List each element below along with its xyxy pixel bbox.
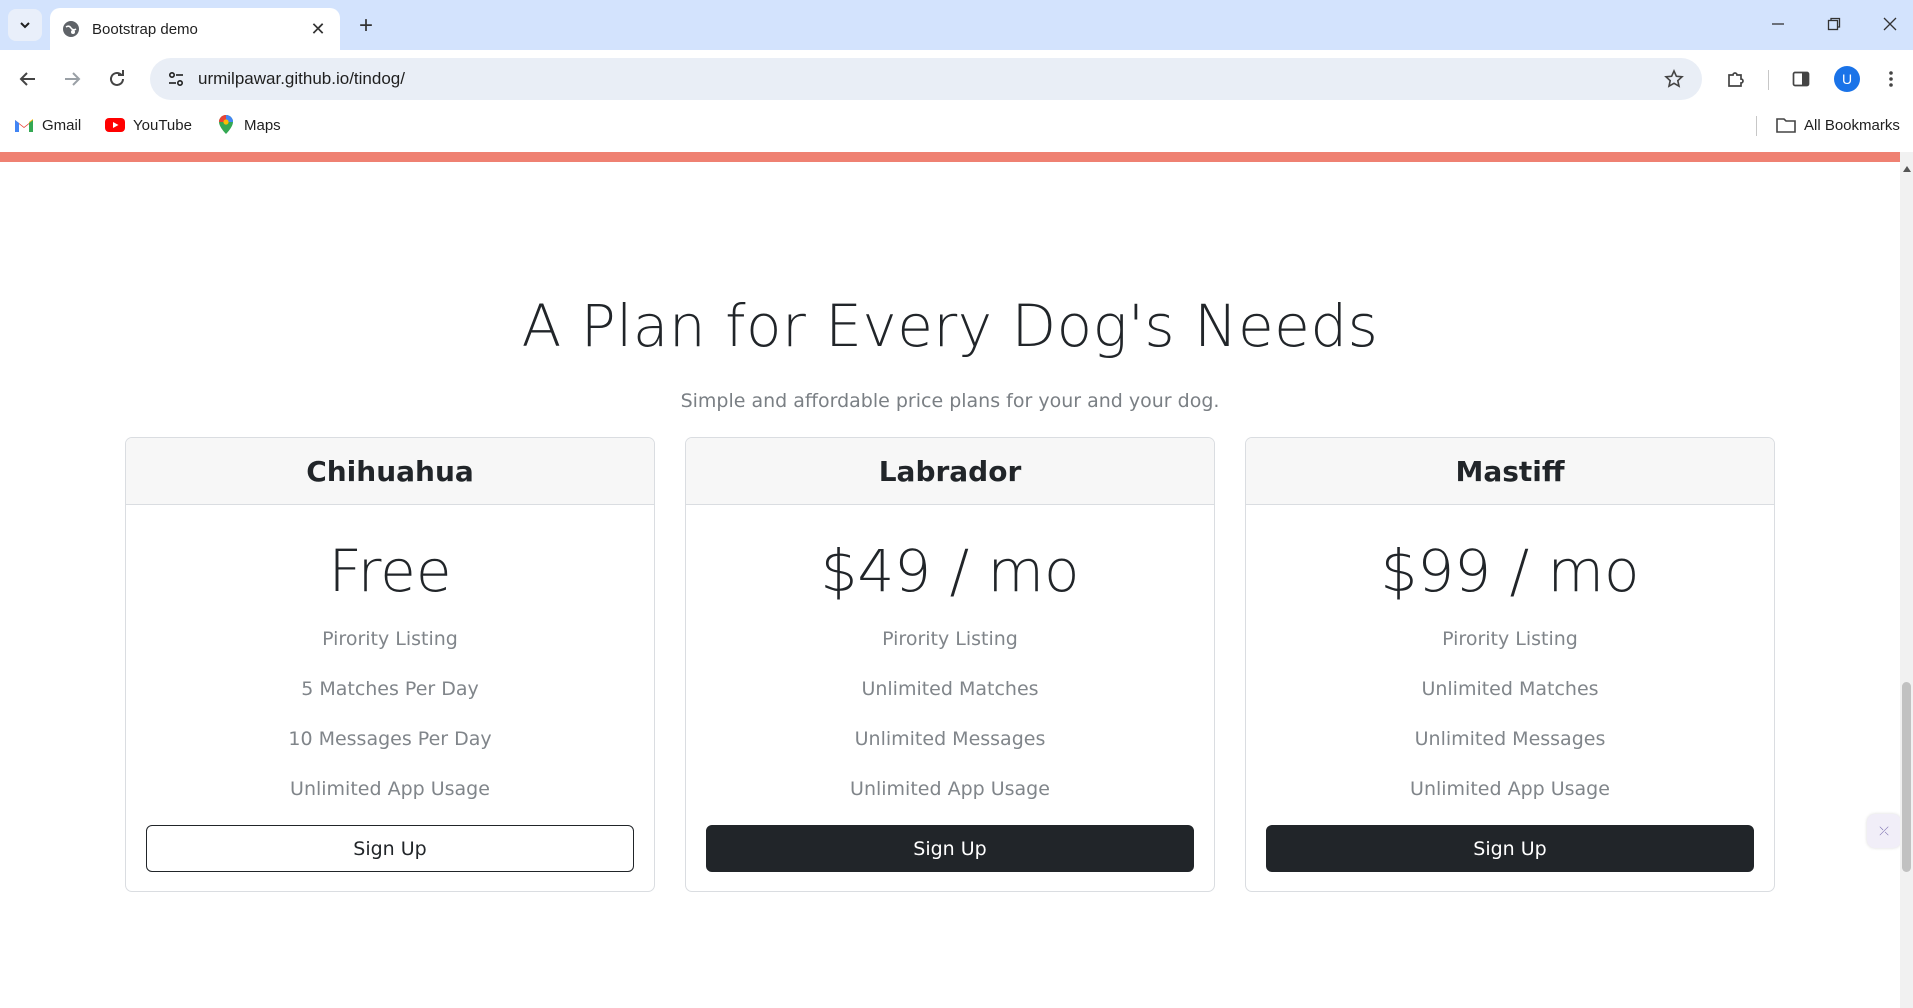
scrollbar-thumb[interactable] [1902, 682, 1911, 872]
more-vertical-icon [1889, 71, 1893, 87]
toolbar-divider [1768, 70, 1769, 90]
close-tab-icon[interactable]: ✕ [306, 17, 330, 41]
puzzle-icon [1728, 72, 1744, 87]
plan-feature: 10 Messages Per Day [288, 728, 492, 750]
folder-icon [1776, 116, 1796, 134]
reload-icon [110, 70, 124, 86]
browser-menu-button[interactable] [1873, 61, 1909, 97]
pricing-card-mastiff: Mastiff $99 / mo Pirority Listing Unlimi… [1245, 437, 1775, 892]
plan-feature: Unlimited App Usage [850, 778, 1050, 800]
all-bookmarks-label: All Bookmarks [1804, 116, 1900, 134]
forward-button[interactable] [54, 61, 90, 97]
plan-feature: Pirority Listing [322, 628, 458, 650]
pricing-heading: A Plan for Every Dog's Needs [521, 292, 1379, 360]
pricing-card-chihuahua: Chihuahua Free Pirority Listing 5 Matche… [125, 437, 655, 892]
sign-up-button-labrador[interactable]: Sign Up [706, 825, 1194, 872]
bookmark-label: Gmail [42, 116, 82, 134]
extensions-button[interactable] [1718, 61, 1754, 97]
close-icon [1883, 17, 1897, 31]
sign-up-button-mastiff[interactable]: Sign Up [1266, 825, 1754, 872]
address-bar[interactable]: urmilpawar.github.io/tindog/ [150, 58, 1702, 100]
chevron-down-icon [20, 22, 30, 29]
youtube-icon [105, 116, 125, 134]
scroll-up-arrow-icon[interactable] [1903, 166, 1911, 172]
page-scrollbar[interactable] [1900, 152, 1913, 1008]
page-viewport: A Plan for Every Dog's Needs Simple and … [0, 142, 1913, 1008]
plan-feature: 5 Matches Per Day [301, 678, 479, 700]
browser-tab-active[interactable]: Bootstrap demo ✕ [50, 8, 340, 50]
plan-price: $99 / mo [1380, 537, 1640, 605]
plan-feature: Unlimited App Usage [1410, 778, 1610, 800]
restore-button[interactable] [1806, 0, 1862, 48]
plan-feature: Unlimited Matches [1421, 678, 1599, 700]
side-panel-button[interactable] [1783, 61, 1819, 97]
plan-name: Mastiff [1246, 438, 1774, 505]
tab-strip: Bootstrap demo ✕ + [0, 0, 1913, 50]
bookmarks-bar: Gmail YouTube Maps All Bookmarks [0, 108, 1913, 142]
pricing-subheading: Simple and affordable price plans for yo… [680, 390, 1220, 412]
bookmark-star-icon[interactable] [1654, 59, 1694, 99]
url-text[interactable]: urmilpawar.github.io/tindog/ [198, 69, 1654, 89]
all-bookmarks-button[interactable]: All Bookmarks [1776, 114, 1900, 136]
side-panel-icon [1792, 71, 1810, 87]
bookmark-label: YouTube [133, 116, 192, 134]
accent-divider-bar [0, 152, 1900, 162]
close-window-button[interactable] [1862, 0, 1913, 48]
plan-feature: Unlimited App Usage [290, 778, 490, 800]
plan-feature: Unlimited Messages [1414, 728, 1606, 750]
plan-feature: Pirority Listing [882, 628, 1018, 650]
arrow-right-icon [65, 72, 81, 86]
bookmark-youtube[interactable]: YouTube [105, 114, 192, 136]
site-info-icon[interactable] [156, 59, 196, 99]
plan-price: Free [328, 537, 452, 605]
plan-feature: Pirority Listing [1442, 628, 1578, 650]
minimize-icon [1772, 23, 1784, 25]
minimize-button[interactable] [1750, 0, 1806, 48]
tab-title: Bootstrap demo [92, 20, 198, 38]
bookmarks-divider [1756, 116, 1757, 136]
back-button[interactable] [10, 61, 46, 97]
gmail-icon [14, 116, 34, 134]
maps-icon [216, 115, 236, 134]
plan-features: Pirority Listing Unlimited Matches Unlim… [1246, 629, 1774, 829]
floating-extension-icon[interactable]: ⤫ [1867, 814, 1901, 848]
plan-feature: Unlimited Matches [861, 678, 1039, 700]
plan-feature: Unlimited Messages [854, 728, 1046, 750]
profile-avatar[interactable]: U [1834, 66, 1860, 92]
bookmark-gmail[interactable]: Gmail [14, 114, 81, 136]
reload-button[interactable] [99, 61, 135, 97]
plan-price: $49 / mo [820, 537, 1080, 605]
plan-name: Chihuahua [126, 438, 654, 505]
bookmark-label: Maps [244, 116, 281, 134]
sign-up-button-chihuahua[interactable]: Sign Up [146, 825, 634, 872]
globe-icon [62, 20, 80, 38]
restore-icon [1827, 17, 1841, 31]
arrow-left-icon [19, 72, 35, 86]
bookmark-maps[interactable]: Maps [216, 114, 281, 136]
plan-features: Pirority Listing 5 Matches Per Day 10 Me… [126, 629, 654, 829]
plan-name: Labrador [686, 438, 1214, 505]
new-tab-button[interactable]: + [352, 12, 380, 40]
tab-search-button[interactable] [8, 9, 42, 41]
plan-features: Pirority Listing Unlimited Matches Unlim… [686, 629, 1214, 829]
pricing-card-labrador: Labrador $49 / mo Pirority Listing Unlim… [685, 437, 1215, 892]
browser-toolbar: urmilpawar.github.io/tindog/ [0, 50, 1913, 108]
